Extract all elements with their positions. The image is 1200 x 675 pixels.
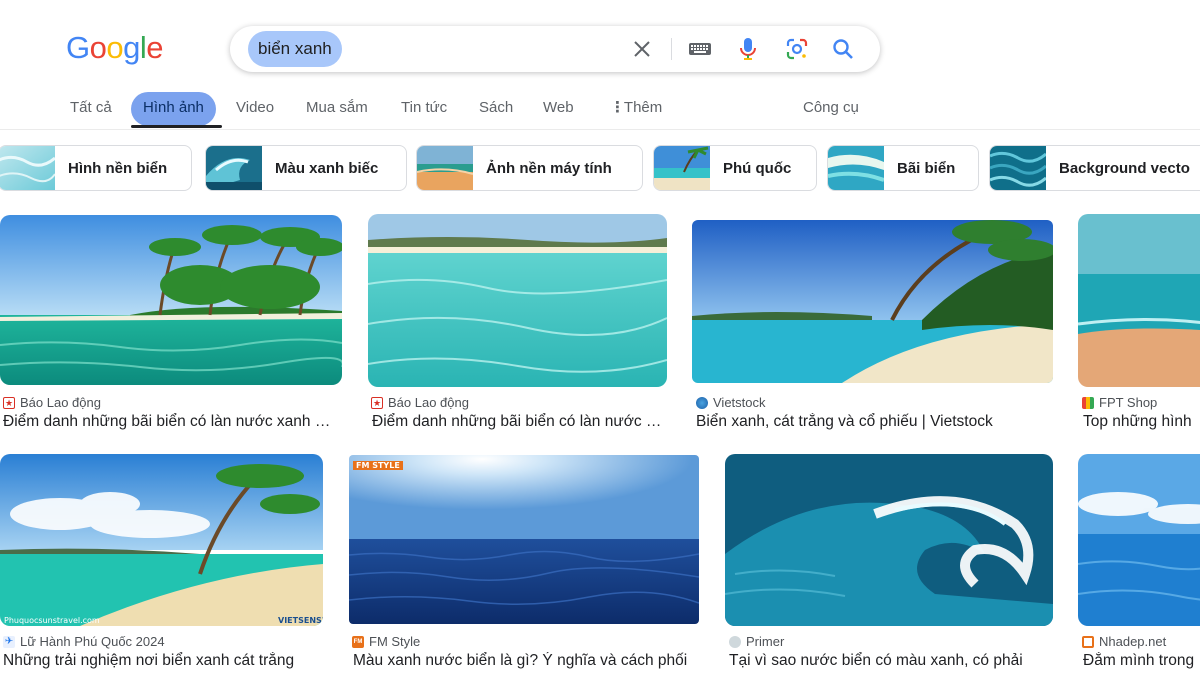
star-icon: ★ bbox=[3, 396, 15, 409]
logo-letter: g bbox=[123, 30, 140, 65]
result-source-label: Báo Lao động bbox=[20, 395, 101, 410]
result-source[interactable]: ★ Báo Lao động bbox=[371, 395, 469, 410]
search-query-chip[interactable]: biển xanh bbox=[248, 31, 342, 67]
tab-images[interactable]: Hình ảnh bbox=[131, 92, 216, 126]
result-thumbnail[interactable]: Phuquocsunstravel.com VIETSENSE bbox=[0, 454, 323, 626]
active-tab-indicator bbox=[131, 125, 222, 128]
logo-letter: G bbox=[66, 30, 90, 65]
chip-label: Ảnh nền máy tính bbox=[486, 159, 612, 177]
image-watermark: FM STYLE bbox=[353, 461, 403, 470]
result-title[interactable]: Những trải nghiệm nơi biển xanh cát trắn… bbox=[3, 652, 321, 670]
image-watermark: Phuquocsunstravel.com bbox=[4, 616, 100, 625]
globe-icon bbox=[696, 396, 708, 409]
close-icon[interactable] bbox=[630, 37, 654, 61]
tab-more-label: Thêm bbox=[623, 99, 663, 116]
result-thumbnail[interactable] bbox=[368, 214, 667, 387]
result-thumbnail[interactable] bbox=[0, 215, 342, 385]
home-icon bbox=[1082, 635, 1094, 648]
related-chip-mau-xanh-biec[interactable]: Màu xanh biếc bbox=[205, 145, 407, 191]
result-thumbnail[interactable] bbox=[1078, 454, 1200, 626]
related-chip-hinh-nen-bien[interactable]: Hình nền biển bbox=[0, 145, 192, 191]
result-source[interactable]: ★ Báo Lao động bbox=[3, 395, 101, 410]
related-chip-bai-bien[interactable]: Bãi biển bbox=[827, 145, 979, 191]
image-watermark: VIETSENSE bbox=[278, 616, 323, 625]
chip-label: Bãi biển bbox=[897, 159, 956, 177]
result-source-label: FM Style bbox=[369, 634, 421, 649]
chip-thumbnail bbox=[0, 146, 55, 190]
chip-label: Màu xanh biếc bbox=[275, 159, 379, 177]
header-divider bbox=[0, 129, 1200, 130]
tab-web[interactable]: Web bbox=[543, 92, 574, 126]
result-source[interactable]: FM FM Style bbox=[352, 634, 420, 649]
result-source[interactable]: Vietstock bbox=[696, 395, 766, 410]
search-icon[interactable] bbox=[831, 37, 855, 61]
result-title[interactable]: Màu xanh nước biển là gì? Ý nghĩa và các… bbox=[353, 652, 695, 670]
result-source-label: Primer bbox=[746, 634, 785, 649]
microphone-icon[interactable] bbox=[736, 37, 760, 61]
plane-icon: ✈ bbox=[3, 635, 15, 648]
more-vert-icon: ⋮ bbox=[610, 99, 625, 116]
result-source-label: FPT Shop bbox=[1099, 395, 1158, 410]
fpt-logo-icon bbox=[1082, 396, 1094, 409]
tab-more[interactable]: ⋮ Thêm bbox=[610, 92, 662, 126]
search-tabs: Tất cả Hình ảnh Video Mua sắm Tin tức Sá… bbox=[0, 92, 1200, 126]
result-source[interactable]: Primer bbox=[729, 634, 784, 649]
star-icon: ★ bbox=[371, 396, 383, 409]
chip-label: Phú quốc bbox=[723, 159, 792, 177]
result-title[interactable]: Tại vì sao nước biển có màu xanh, có phả… bbox=[729, 652, 1049, 670]
tab-shopping[interactable]: Mua sắm bbox=[306, 92, 368, 126]
result-source[interactable]: FPT Shop bbox=[1082, 395, 1157, 410]
logo-letter: o bbox=[89, 30, 107, 65]
chip-thumbnail bbox=[654, 146, 710, 190]
result-source-label: Báo Lao động bbox=[388, 395, 469, 410]
keyboard-icon[interactable] bbox=[688, 37, 712, 61]
chip-label: Background vecto bbox=[1059, 159, 1190, 177]
tab-videos[interactable]: Video bbox=[236, 92, 274, 126]
result-title[interactable]: Đắm mình trong bbox=[1083, 652, 1200, 670]
result-source-label: Lữ Hành Phú Quốc 2024 bbox=[20, 634, 165, 649]
result-source[interactable]: ✈ Lữ Hành Phú Quốc 2024 bbox=[3, 634, 165, 649]
result-thumbnail[interactable] bbox=[692, 220, 1053, 383]
google-logo[interactable]: Google bbox=[66, 30, 164, 66]
tab-news[interactable]: Tin tức bbox=[401, 92, 447, 126]
result-thumbnail[interactable] bbox=[725, 454, 1053, 626]
search-box[interactable]: biển xanh bbox=[230, 26, 880, 72]
lens-icon[interactable] bbox=[785, 37, 809, 61]
result-source-label: Nhadep.net bbox=[1099, 634, 1167, 649]
chip-thumbnail bbox=[828, 146, 884, 190]
result-title[interactable]: Điểm danh những bãi biển có làn nước xan… bbox=[372, 413, 664, 431]
related-chip-background-vecto[interactable]: Background vecto bbox=[989, 145, 1200, 191]
search-divider bbox=[671, 38, 672, 60]
result-thumbnail[interactable] bbox=[1078, 214, 1200, 387]
chip-thumbnail bbox=[417, 146, 473, 190]
result-title[interactable]: Biển xanh, cát trắng và cổ phiếu | Viets… bbox=[696, 413, 1052, 431]
result-title[interactable]: Top những hình bbox=[1083, 413, 1200, 431]
related-chip-anh-nen-may-tinh[interactable]: Ảnh nền máy tính bbox=[416, 145, 643, 191]
logo-letter: e bbox=[146, 30, 164, 65]
fm-style-logo-icon: FM bbox=[352, 635, 364, 648]
tab-tools[interactable]: Công cụ bbox=[803, 92, 859, 126]
result-thumbnail[interactable]: FM STYLE bbox=[349, 455, 699, 624]
chip-label: Hình nền biển bbox=[68, 159, 168, 177]
chip-thumbnail bbox=[206, 146, 262, 190]
logo-letter: o bbox=[106, 30, 124, 65]
tab-all[interactable]: Tất cả bbox=[70, 92, 112, 126]
tab-books[interactable]: Sách bbox=[479, 92, 513, 126]
result-source[interactable]: Nhadep.net bbox=[1082, 634, 1166, 649]
related-chip-phu-quoc[interactable]: Phú quốc bbox=[653, 145, 817, 191]
result-title[interactable]: Điểm danh những bãi biển có làn nước xan… bbox=[3, 413, 338, 431]
primer-logo-icon bbox=[729, 635, 741, 648]
result-source-label: Vietstock bbox=[713, 395, 766, 410]
chip-thumbnail bbox=[990, 146, 1046, 190]
